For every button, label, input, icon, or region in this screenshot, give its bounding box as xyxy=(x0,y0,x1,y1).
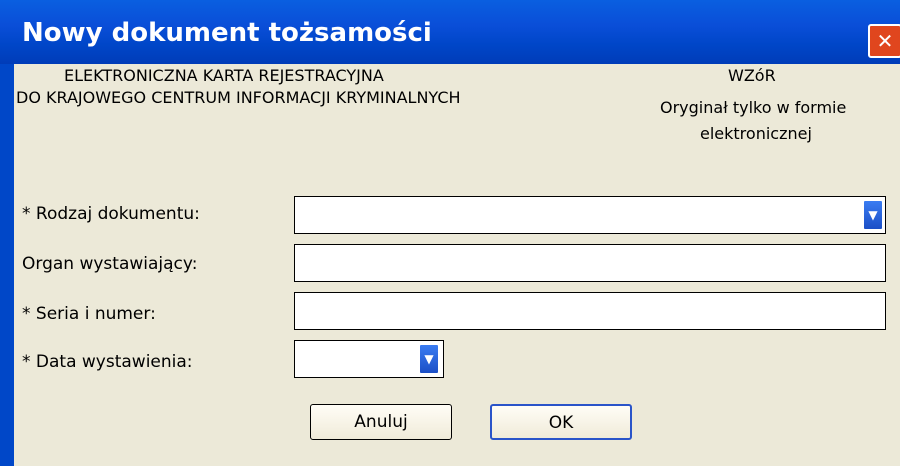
cancel-button[interactable]: Anuluj xyxy=(310,404,452,440)
serial-number-label: * Seria i numer: xyxy=(22,304,156,324)
issuer-label: Organ wystawiający: xyxy=(22,254,198,274)
document-type-dropdown[interactable]: ▼ xyxy=(294,196,886,234)
close-icon[interactable]: ✕ xyxy=(868,24,900,58)
title-bar: Nowy dokument tożsamości ✕ xyxy=(0,0,900,64)
ok-button[interactable]: OK xyxy=(490,404,632,440)
sample-label: WZóR xyxy=(728,66,776,85)
serial-number-input[interactable] xyxy=(294,292,886,330)
header-line-2: DO KRAJOWEGO CENTRUM INFORMACJI KRYMINAL… xyxy=(16,88,461,107)
original-note-line-1: Oryginał tylko w formie xyxy=(660,98,847,117)
issue-date-picker[interactable]: ▼ xyxy=(294,340,444,378)
header-line-1: ELEKTRONICZNA KARTA REJESTRACYJNA xyxy=(64,66,384,85)
issuer-input[interactable] xyxy=(294,244,886,282)
document-type-label: * Rodzaj dokumentu: xyxy=(22,204,200,224)
chevron-down-icon[interactable]: ▼ xyxy=(419,344,439,374)
window-title: Nowy dokument tożsamości xyxy=(22,18,432,48)
chevron-down-icon[interactable]: ▼ xyxy=(863,200,883,230)
original-note-line-2: elektronicznej xyxy=(700,124,812,143)
dialog-body: ELEKTRONICZNA KARTA REJESTRACYJNA DO KRA… xyxy=(14,64,900,466)
issue-date-label: * Data wystawienia: xyxy=(22,352,193,372)
dialog-window: Nowy dokument tożsamości ✕ ELEKTRONICZNA… xyxy=(0,0,900,466)
window-frame-left xyxy=(0,64,14,466)
